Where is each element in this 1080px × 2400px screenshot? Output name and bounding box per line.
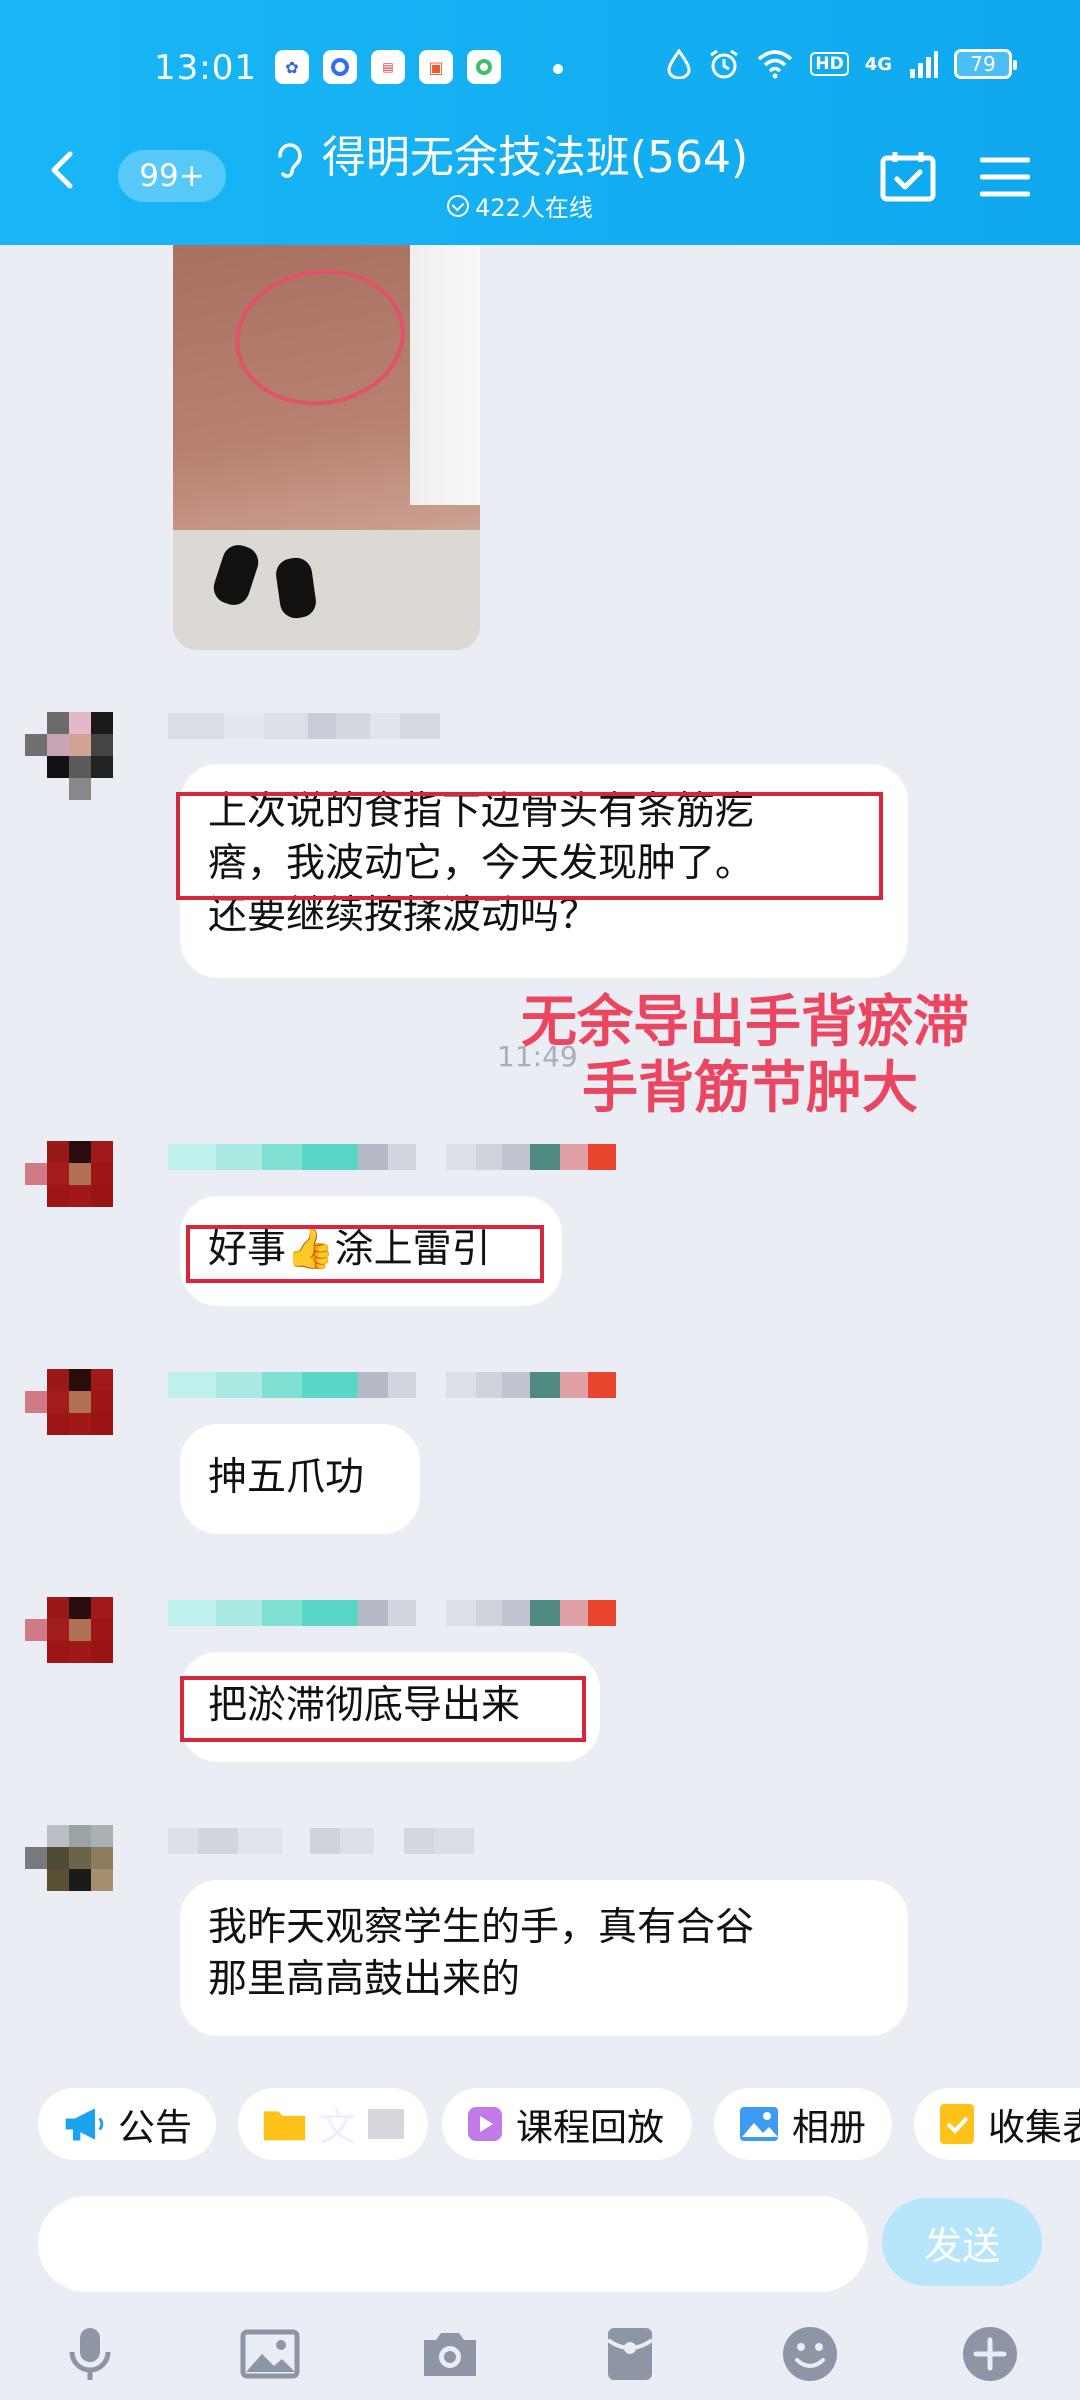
more-notifications-dot <box>553 64 563 74</box>
online-count: 422人在线 <box>270 188 770 223</box>
highlight-box <box>176 792 883 900</box>
annotation-line: 手背筋节肿大 <box>582 1056 918 1121</box>
avatar[interactable] <box>25 1825 113 1913</box>
message-line: 我昨天观察学生的手，真有合谷 <box>208 1905 755 1950</box>
baidu-app-icon: ✿ <box>275 50 309 84</box>
status-right: HD 4G 79 <box>666 48 1017 80</box>
album-icon <box>740 2107 778 2141</box>
group-shortcuts-bar: 公告 文 课程回放 相册 收集表 <box>0 2088 1080 2160</box>
calendar-check-icon[interactable] <box>880 150 936 202</box>
online-check-icon <box>447 194 470 217</box>
sender-name-blurred <box>168 1144 616 1170</box>
shop-app-icon: ▣ <box>419 50 453 84</box>
avatar[interactable] <box>25 1369 113 1457</box>
hand-photo-message[interactable] <box>173 245 480 650</box>
annotation-line: 无余导出手背瘀滞 <box>521 990 969 1055</box>
mic-icon[interactable] <box>60 2324 120 2384</box>
image-icon[interactable] <box>240 2324 300 2384</box>
chat-header: 13:01 ✿ ▤ ▣ HD 4G 79 99+ 得明无余技法班(564) 42… <box>0 0 1080 245</box>
sender-name-blurred <box>168 1828 474 1854</box>
plus-icon[interactable] <box>960 2324 1020 2384</box>
wifi-icon <box>758 50 793 79</box>
message-input[interactable] <box>38 2196 868 2292</box>
blurred-block <box>368 2109 404 2139</box>
network-type: 4G <box>864 53 892 75</box>
menu-icon[interactable] <box>980 156 1030 198</box>
sender-name-blurred <box>168 713 440 739</box>
megaphone-icon <box>65 2108 104 2141</box>
highlight-box <box>180 1676 586 1742</box>
sender-name-blurred <box>168 1600 616 1626</box>
camera-icon[interactable] <box>420 2324 480 2384</box>
notification-icons: ✿ ▤ ▣ <box>275 50 501 84</box>
battery-level: 79 <box>970 52 996 76</box>
alarm-icon <box>710 49 739 79</box>
online-count-text: 422人在线 <box>475 194 593 222</box>
photo-sleeve <box>410 245 480 505</box>
input-toolbar <box>0 2300 1080 2400</box>
unread-count-badge[interactable]: 99+ <box>118 150 226 202</box>
hd-badge: HD <box>810 52 849 76</box>
avatar[interactable] <box>25 1141 113 1229</box>
shortcut-label: 收集表 <box>988 2106 1080 2149</box>
water-drop-icon <box>667 49 691 79</box>
shortcut-label: 相册 <box>792 2106 866 2149</box>
message-text: 抻五爪功 <box>208 1455 365 1500</box>
send-button[interactable]: 发送 <box>882 2198 1042 2286</box>
status-bar: 13:01 ✿ ▤ ▣ HD 4G 79 <box>0 48 1080 92</box>
shortcut-label: 课程回放 <box>516 2106 664 2149</box>
red-packet-icon[interactable] <box>600 2324 660 2384</box>
shortcut-form[interactable]: 收集表 <box>914 2088 1080 2160</box>
message-bubble[interactable]: 我昨天观察学生的手，真有合谷 那里高高鼓出来的 <box>180 1880 908 2036</box>
photo-red-circle <box>226 258 414 417</box>
folder-icon <box>263 2111 306 2141</box>
shortcut-announcement[interactable]: 公告 <box>38 2088 216 2160</box>
form-icon <box>940 2104 974 2144</box>
message-line: 那里高高鼓出来的 <box>208 1957 521 2002</box>
avatar[interactable] <box>25 1597 113 1685</box>
replay-icon <box>468 2107 502 2141</box>
shortcut-album[interactable]: 相册 <box>714 2088 892 2160</box>
signal-icon <box>910 51 938 78</box>
shortcut-label: 文 <box>319 2106 356 2149</box>
battery-icon: 79 <box>954 49 1017 79</box>
green-app-icon <box>467 50 501 84</box>
chat-title-block[interactable]: 得明无余技法班(564) 422人在线 <box>270 130 770 223</box>
back-arrow-icon[interactable] <box>42 150 82 190</box>
shortcut-label: 公告 <box>118 2106 192 2149</box>
group-title: 得明无余技法班(564) <box>321 132 749 183</box>
emoji-icon[interactable] <box>780 2324 840 2384</box>
avatar[interactable] <box>25 712 113 800</box>
browser-app-icon <box>323 50 357 84</box>
sender-name-blurred <box>168 1372 616 1398</box>
annotation-text: 无余导出手背瘀滞 手背筋节肿大 <box>490 990 1000 1122</box>
shortcut-course-replay[interactable]: 课程回放 <box>442 2088 692 2160</box>
message-bubble[interactable]: 抻五爪功 <box>180 1424 420 1534</box>
highlight-box <box>186 1225 544 1283</box>
status-time: 13:01 <box>154 48 257 88</box>
shortcut-files[interactable]: 文 <box>238 2088 428 2160</box>
news-app-icon: ▤ <box>371 50 405 84</box>
